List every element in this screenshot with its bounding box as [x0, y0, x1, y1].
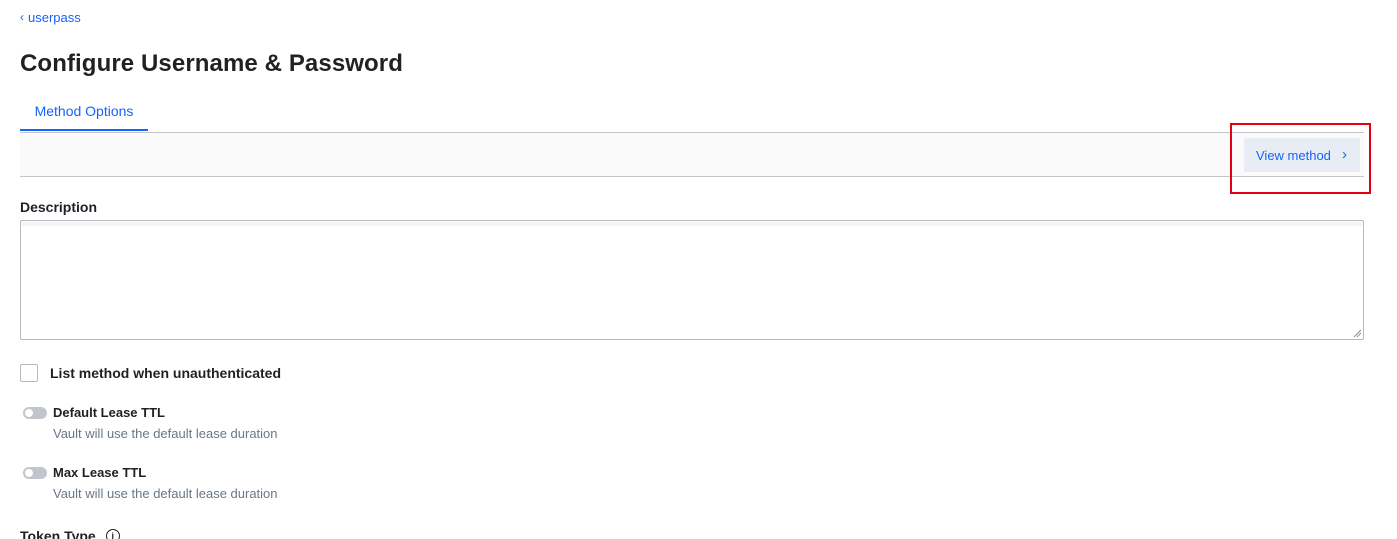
- tab-bar: Method Options: [20, 92, 1364, 133]
- list-unauthenticated-checkbox[interactable]: [20, 364, 38, 382]
- chevron-left-icon: ‹: [20, 9, 24, 24]
- list-unauthenticated-label: List method when unauthenticated: [50, 365, 282, 381]
- max-lease-ttl-help: Vault will use the default lease duratio…: [53, 486, 278, 501]
- page-title: Configure Username & Password: [20, 50, 403, 77]
- breadcrumb[interactable]: ‹ userpass: [20, 9, 81, 26]
- list-unauthenticated-row[interactable]: List method when unauthenticated: [20, 364, 281, 382]
- configure-auth-method-page: ‹ userpass Configure Username & Password…: [0, 0, 1397, 539]
- textarea-inner-shadow: [22, 222, 1362, 226]
- max-lease-ttl-title: Max Lease TTL: [53, 465, 147, 480]
- description-textarea[interactable]: [20, 220, 1364, 340]
- highlight-annotation-box: [1230, 123, 1371, 194]
- breadcrumb-link-userpass[interactable]: userpass: [28, 10, 81, 25]
- info-icon[interactable]: i: [105, 529, 120, 539]
- default-lease-ttl-title: Default Lease TTL: [53, 405, 165, 420]
- default-lease-ttl-toggle[interactable]: [23, 407, 47, 419]
- token-type-label: Token Type: [20, 528, 96, 539]
- description-label: Description: [20, 199, 98, 215]
- toggle-knob: [25, 409, 33, 417]
- tab-method-options[interactable]: Method Options: [20, 92, 148, 131]
- token-type-label-row: Token Type i: [20, 528, 120, 539]
- toolbar: View method ›: [20, 133, 1364, 177]
- toggle-knob: [25, 469, 33, 477]
- resize-grip-icon[interactable]: [1353, 329, 1361, 337]
- default-lease-ttl-help: Vault will use the default lease duratio…: [53, 426, 278, 441]
- max-lease-ttl-toggle[interactable]: [23, 467, 47, 479]
